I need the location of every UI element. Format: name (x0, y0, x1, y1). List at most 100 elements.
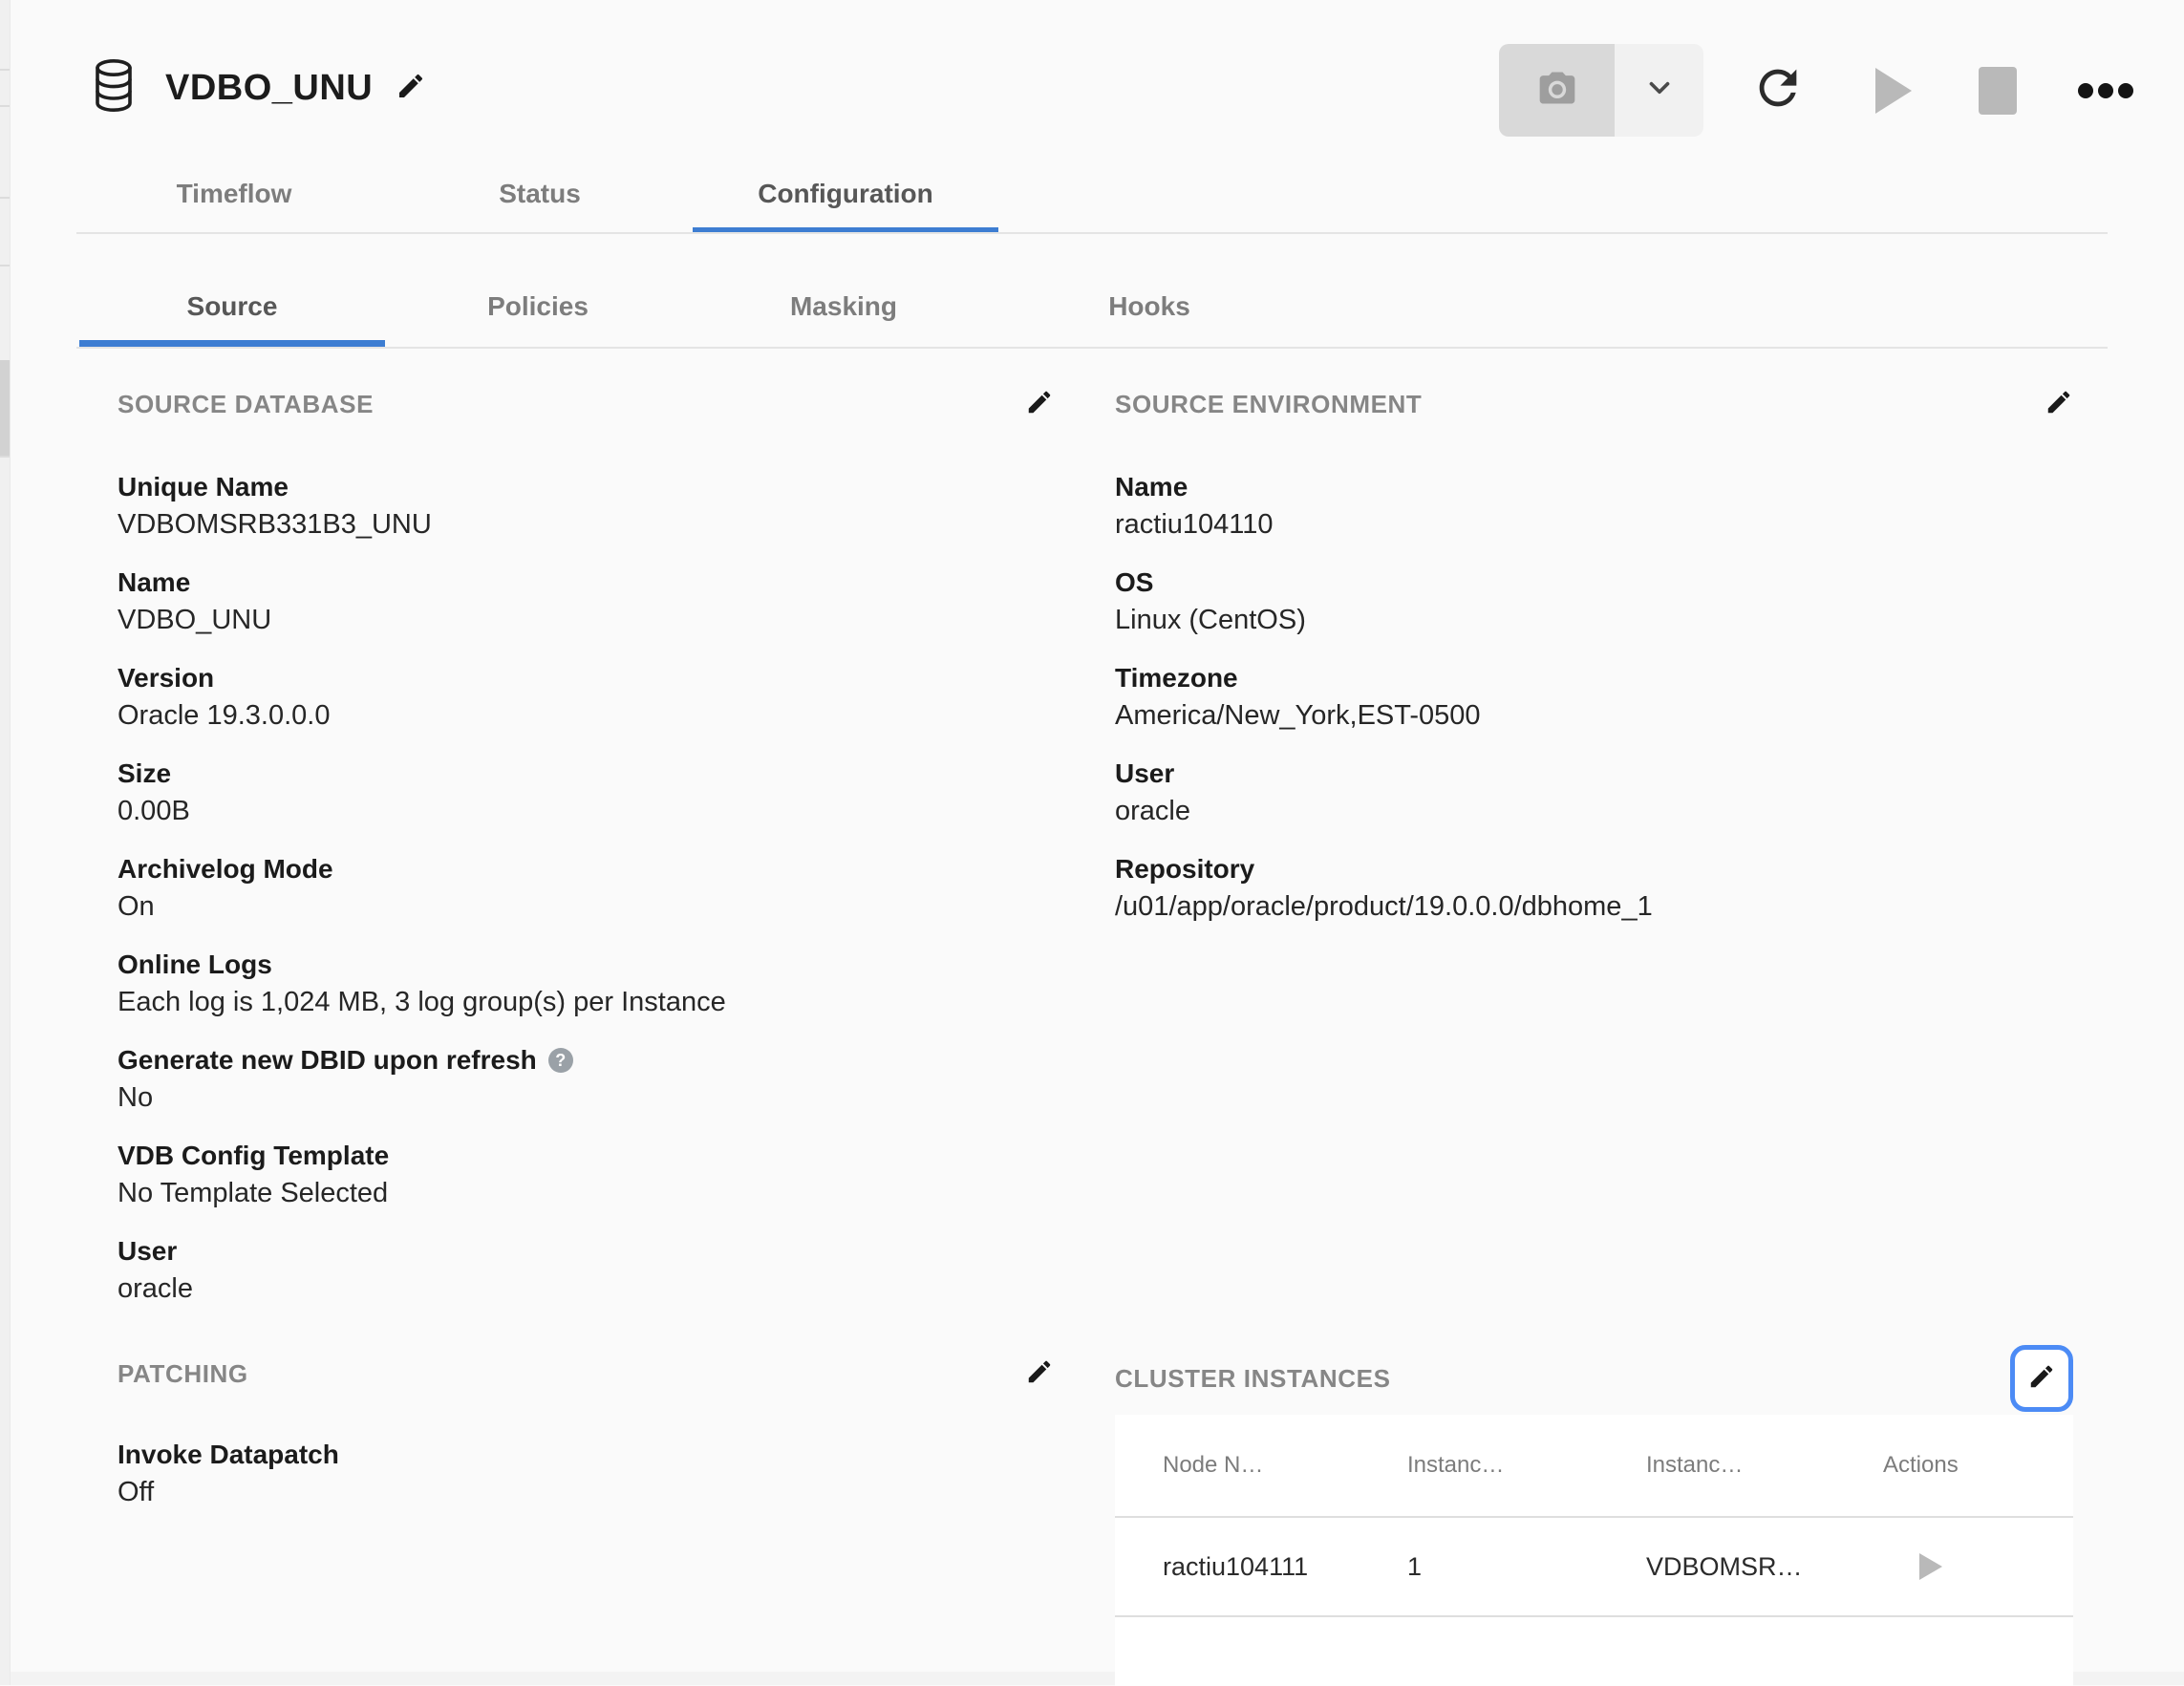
edit-source-environment-button[interactable] (2045, 388, 2073, 421)
vdb-configuration-page: VDBO_UNU (0, 0, 2184, 1685)
row-action-play-icon[interactable] (1919, 1553, 1942, 1580)
subtab-label: Source (187, 291, 278, 321)
tab-label: Timeflow (177, 179, 292, 208)
active-subtab-underline (79, 340, 385, 347)
subtab-policies[interactable]: Policies (385, 266, 691, 347)
subtab-label: Hooks (1108, 291, 1190, 321)
tab-label: Status (499, 179, 581, 208)
field-label: Name (1115, 469, 2073, 505)
field-value: VDBO_UNU (118, 601, 1054, 639)
field-value: oracle (1115, 792, 2073, 830)
refresh-vdb-button[interactable] (1750, 60, 1806, 120)
stop-vdb-button stop-icon[interactable] (1979, 67, 2017, 115)
cell-node-name: ractiu104111 (1163, 1552, 1407, 1582)
table-header-row: Node N… Instanc… Instanc… Actions (1115, 1415, 2073, 1516)
field-value: Each log is 1,024 MB, 3 log group(s) per… (118, 983, 1054, 1021)
column-header-actions: Actions (1883, 1452, 2073, 1479)
field-online-logs: Online Logs Each log is 1,024 MB, 3 log … (118, 947, 1054, 1021)
cluster-instances-section: CLUSTER INSTANCES (1115, 1345, 2073, 1412)
field-value: No Template Selected (118, 1174, 1054, 1212)
subtab-hooks[interactable]: Hooks (996, 266, 1302, 347)
field-value: 0.00B (118, 792, 1054, 830)
field-value: VDBOMSRB331B3_UNU (118, 505, 1054, 544)
field-value: No (118, 1078, 1054, 1117)
edit-patching-button[interactable] (1025, 1357, 1054, 1391)
snapshot-button[interactable] (1499, 44, 1615, 137)
cell-instance-name: VDBOMSR… (1646, 1552, 1883, 1582)
refresh-icon (1750, 60, 1806, 120)
table-row[interactable]: ractiu104111 1 VDBOMSR… (1115, 1518, 2073, 1615)
field-value: /u01/app/oracle/product/19.0.0.0/dbhome_… (1115, 887, 2073, 926)
field-os: OS Linux (CentOS) (1115, 565, 2073, 639)
rail-divider (0, 105, 10, 107)
field-timezone: Timezone America/New_York,EST-0500 (1115, 660, 2073, 735)
ellipsis-dot (2098, 83, 2113, 98)
ellipsis-dot (2078, 83, 2093, 98)
rail-divider (0, 456, 10, 458)
subtab-label: Policies (487, 291, 589, 321)
configuration-subtab-bar: Source Policies Masking Hooks (79, 266, 1302, 347)
field-label: Timezone (1115, 660, 2073, 696)
field-repository: Repository /u01/app/oracle/product/19.0.… (1115, 851, 2073, 926)
subtab-masking[interactable]: Masking (691, 266, 996, 347)
field-value: Oracle 19.3.0.0.0 (118, 696, 1054, 735)
column-header-instance-number: Instanc… (1407, 1452, 1646, 1479)
ellipsis-dot (2118, 83, 2133, 98)
field-user: User oracle (118, 1233, 1054, 1308)
more-actions-button ellipsis-icon[interactable] (2078, 83, 2133, 98)
page-header: VDBO_UNU (91, 48, 426, 128)
field-vdb-config-template: VDB Config Template No Template Selected (118, 1138, 1054, 1212)
edit-pencil-icon (1025, 388, 1054, 421)
vdb-action-toolbar (1499, 43, 2133, 138)
main-tab-bar: Timeflow Status Configuration (81, 153, 998, 234)
source-environment-title: SOURCE ENVIRONMENT (1115, 390, 1422, 419)
help-icon[interactable]: ? (548, 1048, 573, 1073)
page-title: VDBO_UNU (165, 68, 373, 109)
tab-timeflow[interactable]: Timeflow (81, 153, 387, 234)
field-label: User (1115, 756, 2073, 792)
subtab-bar-divider (76, 347, 2108, 349)
field-label: Size (118, 756, 1054, 792)
edit-source-database-button[interactable] (1025, 388, 1054, 421)
field-label: Online Logs (118, 947, 1054, 983)
field-env-name: Name ractiu104110 (1115, 469, 2073, 544)
cluster-instances-table: Node N… Instanc… Instanc… Actions ractiu… (1115, 1415, 2073, 1686)
field-size: Size 0.00B (118, 756, 1054, 830)
database-icon (91, 55, 137, 121)
field-label: OS (1115, 565, 2073, 601)
field-generate-new-dbid: Generate new DBID upon refresh ? No (118, 1042, 1054, 1117)
tab-bar-divider (76, 232, 2108, 234)
patching-title: PATCHING (118, 1359, 248, 1389)
edit-pencil-icon (2045, 388, 2073, 421)
field-label: Unique Name (118, 469, 1054, 505)
subtab-label: Masking (790, 291, 897, 321)
start-vdb-button play-icon[interactable] (1875, 68, 1912, 114)
left-rail (0, 0, 11, 1685)
snapshot-options-button[interactable] (1615, 44, 1703, 137)
rename-vdb-button[interactable] (396, 71, 426, 106)
tab-status[interactable]: Status (387, 153, 693, 234)
column-header-instance-name: Instanc… (1646, 1452, 1883, 1479)
field-label: Generate new DBID upon refresh ? (118, 1042, 1054, 1078)
rail-scroll-thumb[interactable] (0, 360, 10, 456)
tab-configuration[interactable]: Configuration (693, 153, 998, 234)
edit-cluster-instances-button[interactable] (2010, 1345, 2073, 1412)
subtab-source[interactable]: Source (79, 266, 385, 347)
field-env-user: User oracle (1115, 756, 2073, 830)
edit-pencil-icon (1025, 1357, 1054, 1391)
cell-instance-number: 1 (1407, 1552, 1646, 1582)
field-value: oracle (118, 1270, 1054, 1308)
rail-divider (0, 197, 10, 199)
tab-label: Configuration (758, 179, 933, 208)
field-name: Name VDBO_UNU (118, 565, 1054, 639)
table-divider (1115, 1615, 2073, 1617)
patching-section: PATCHING Invoke Datapatch Off (118, 1355, 1054, 1532)
field-unique-name: Unique Name VDBOMSRB331B3_UNU (118, 469, 1054, 544)
field-value: On (118, 887, 1054, 926)
cluster-instances-title: CLUSTER INSTANCES (1115, 1364, 1391, 1394)
source-database-title: SOURCE DATABASE (118, 390, 374, 419)
field-label: Version (118, 660, 1054, 696)
column-header-node-name: Node N… (1163, 1452, 1407, 1479)
field-label: Repository (1115, 851, 2073, 887)
field-invoke-datapatch: Invoke Datapatch Off (118, 1437, 1054, 1511)
